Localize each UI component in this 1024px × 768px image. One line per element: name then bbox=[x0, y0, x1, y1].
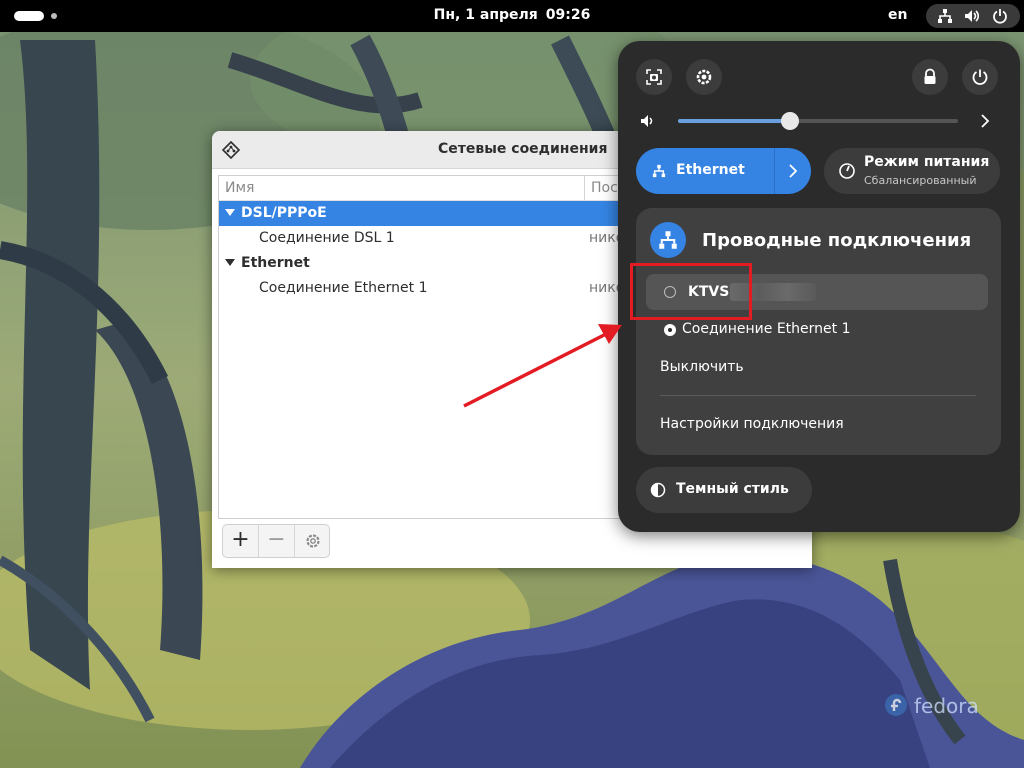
group-label: DSL/PPPoE bbox=[241, 205, 327, 221]
network-wired-icon bbox=[938, 9, 952, 23]
keyboard-layout-indicator[interactable]: en bbox=[888, 7, 907, 23]
dark-mode-icon bbox=[650, 482, 666, 498]
column-header-last-used[interactable]: Пос bbox=[591, 176, 618, 200]
dark-style-toggle[interactable]: Темный стиль bbox=[636, 467, 812, 513]
volume-slider-fill bbox=[678, 119, 790, 123]
connection-name: Соединение Ethernet 1 bbox=[259, 280, 428, 296]
power-icon bbox=[993, 9, 1007, 24]
window-title: Сетевые соединения bbox=[438, 141, 608, 157]
network-connections-icon bbox=[222, 141, 240, 159]
volume-icon bbox=[641, 115, 653, 127]
network-wired-icon bbox=[652, 164, 666, 178]
connection-settings-menu-item[interactable]: Настройки подключения bbox=[660, 416, 844, 432]
wired-connections-menu: Проводные подключения KTVS Соединение Et… bbox=[636, 208, 1001, 455]
connection-settings-button[interactable] bbox=[295, 525, 331, 557]
connection-name: Соединение DSL 1 bbox=[259, 230, 395, 246]
wired-menu-header-icon bbox=[650, 222, 686, 258]
chevron-right-icon[interactable] bbox=[978, 113, 992, 129]
expand-triangle-icon[interactable] bbox=[225, 259, 235, 266]
highlight-box-annotation bbox=[630, 263, 752, 320]
volume-slider-handle[interactable] bbox=[781, 112, 799, 130]
ethernet-toggle[interactable]: Ethernet bbox=[636, 148, 811, 194]
connection-item-ethernet-1[interactable]: Соединение Ethernet 1 bbox=[646, 318, 988, 342]
lock-screen-button[interactable] bbox=[912, 59, 948, 95]
ethernet-toggle-label: Ethernet bbox=[676, 162, 745, 178]
turn-off-menu-item[interactable]: Выключить bbox=[660, 359, 744, 375]
power-profile-icon bbox=[839, 163, 855, 179]
clock-time: 09:26 bbox=[545, 7, 591, 23]
power-icon bbox=[972, 69, 988, 85]
toggle-divider bbox=[774, 148, 775, 194]
connection-item-label: Соединение Ethernet 1 bbox=[682, 321, 851, 337]
expand-triangle-icon[interactable] bbox=[225, 209, 235, 216]
group-label: Ethernet bbox=[241, 255, 310, 271]
gear-icon bbox=[696, 69, 712, 85]
add-connection-button[interactable]: + bbox=[223, 525, 259, 557]
system-menu-button[interactable] bbox=[926, 4, 1020, 28]
fedora-logo: fedora bbox=[884, 693, 984, 719]
top-bar: Пн, 1 апреля 09:26 en bbox=[0, 0, 1024, 32]
power-mode-label: Режим питания bbox=[864, 154, 990, 170]
dark-style-label: Темный стиль bbox=[676, 481, 789, 497]
gear-icon bbox=[306, 534, 320, 548]
power-mode-subtitle: Сбалансированный bbox=[864, 174, 977, 187]
radio-selected-icon bbox=[664, 324, 676, 336]
fedora-wordmark: fedora bbox=[914, 694, 979, 718]
power-off-button[interactable] bbox=[962, 59, 998, 95]
volume-icon bbox=[965, 10, 980, 22]
clock-date: Пн, 1 апреля bbox=[433, 7, 538, 23]
lock-icon bbox=[924, 68, 936, 84]
power-mode-toggle[interactable]: Режим питания Сбалансированный bbox=[824, 148, 1000, 194]
network-wired-icon bbox=[659, 231, 677, 249]
list-toolbar: + − bbox=[222, 524, 330, 558]
volume-slider[interactable] bbox=[678, 112, 958, 130]
screenshot-icon bbox=[646, 69, 662, 85]
clock[interactable]: Пн, 1 апреля 09:26 bbox=[0, 7, 1024, 23]
fedora-logo-icon bbox=[885, 694, 907, 716]
remove-connection-button[interactable]: − bbox=[259, 525, 295, 557]
column-separator[interactable] bbox=[584, 176, 585, 200]
wired-menu-title: Проводные подключения bbox=[702, 230, 972, 251]
settings-button[interactable] bbox=[686, 59, 722, 95]
chevron-right-icon[interactable] bbox=[786, 163, 800, 179]
column-header-name[interactable]: Имя bbox=[225, 176, 254, 200]
screenshot-button[interactable] bbox=[636, 59, 672, 95]
menu-separator bbox=[660, 395, 976, 396]
